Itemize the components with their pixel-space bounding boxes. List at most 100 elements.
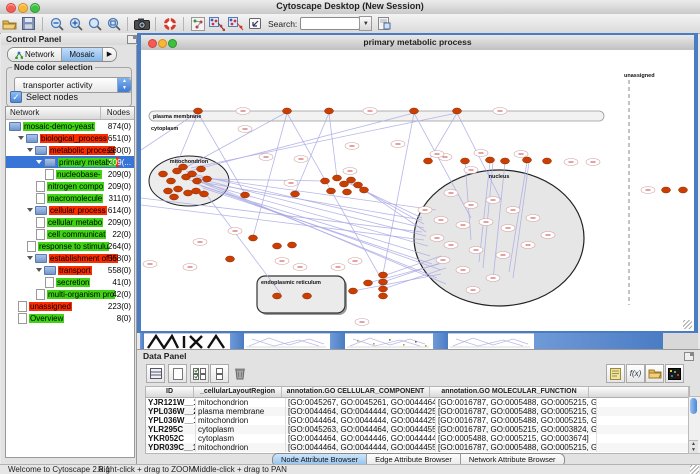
select-attributes-icon[interactable] [190, 364, 209, 383]
notes-icon[interactable] [606, 364, 625, 383]
node-label-text[interactable] [491, 278, 496, 279]
table-cell[interactable]: [GO:0044464, GO:0044444, GO:0044455, G..… [286, 443, 436, 452]
tree-item[interactable]: mosaic-demo-yeast874(0) [6, 120, 134, 132]
node-label-text[interactable] [546, 235, 551, 236]
node-label-text[interactable] [461, 225, 466, 226]
column-header[interactable]: annotation.GO CELLULAR_COMPONENT [282, 387, 430, 397]
node-label-text[interactable] [441, 260, 446, 261]
network-node[interactable] [303, 293, 312, 299]
canvas-resize-grip[interactable] [683, 320, 692, 329]
network-node[interactable] [192, 188, 201, 194]
network-node[interactable] [379, 293, 388, 299]
network-node[interactable] [325, 108, 334, 114]
network-node[interactable] [203, 176, 212, 182]
table-row[interactable]: YPL036W__1mitochondrion[GO:0044464, GO:0… [146, 416, 689, 425]
network-node[interactable] [174, 186, 183, 192]
network-node[interactable] [170, 194, 179, 200]
tree-item[interactable]: macromolecule311(0) [6, 192, 134, 204]
node-label-text[interactable] [298, 267, 303, 268]
tree-item[interactable]: primary metabo209(... [6, 156, 134, 168]
table-cell[interactable]: [GO:0045267, GO:0045261, GO:0044464, G..… [286, 398, 436, 407]
table-cell[interactable]: YPL036W__2 [146, 407, 196, 416]
delete-attribute-icon[interactable] [230, 364, 249, 383]
network-node[interactable] [523, 157, 532, 163]
hidden-window-content[interactable] [345, 333, 433, 349]
table-cell[interactable]: YKR052C [146, 434, 196, 443]
tree-item[interactable]: transport558(0) [6, 264, 134, 276]
node-label-text[interactable] [474, 250, 479, 251]
hidden-window-content[interactable] [144, 333, 230, 349]
node-label-text[interactable] [469, 170, 474, 171]
tree-item[interactable]: biological_process651(0) [6, 132, 134, 144]
table-cell[interactable]: YLR295C [146, 425, 196, 434]
tree-item[interactable]: nitrogen compo209(0) [6, 180, 134, 192]
table-cell[interactable]: cytoplasm [196, 425, 286, 434]
tree-item[interactable]: secretion41(0) [6, 276, 134, 288]
network-node[interactable] [327, 188, 336, 194]
table-cell[interactable]: [GO:0016787, GO:0005488, GO:0005215, G..… [436, 407, 597, 416]
open-session-icon[interactable] [1, 16, 18, 32]
table-scrollbar[interactable]: ▲▼ [688, 396, 700, 454]
table-cell[interactable]: [GO:0044464, GO:0044444, GO:0044425, G..… [286, 407, 436, 416]
table-row[interactable]: YKR052Ccytoplasm[GO:0044464, GO:0044446,… [146, 434, 689, 443]
table-cell[interactable]: [GO:0016787, GO:0005488, GO:0005215, G..… [436, 416, 597, 425]
network-node[interactable] [273, 243, 282, 249]
network-node[interactable] [273, 293, 282, 299]
table-cell[interactable]: mitochondrion [196, 416, 286, 425]
node-label-text[interactable] [368, 111, 373, 112]
table-cell[interactable]: [GO:0005488, GO:0005215, GO:0003674] [436, 434, 597, 443]
network-canvas[interactable]: plasma membranecytoplasmmitochondrionnuc… [141, 50, 694, 331]
network-node[interactable] [343, 189, 352, 195]
network-node[interactable] [167, 178, 176, 184]
tab-network[interactable]: Network [8, 48, 62, 61]
dropdown-stepper-icon[interactable]: ▲▼ [117, 78, 131, 92]
expand-arrow-icon[interactable] [18, 136, 24, 140]
search-dropdown-icon[interactable]: ▼ [359, 16, 372, 31]
node-label-text[interactable] [353, 261, 358, 262]
table-cell[interactable]: [GO:0016787, GO:0005215, GO:0003824, G..… [436, 425, 597, 434]
tree-item[interactable]: cell communicat22(0) [6, 228, 134, 240]
expand-arrow-icon[interactable] [27, 208, 33, 212]
network-node[interactable] [164, 188, 173, 194]
node-label-text[interactable] [591, 162, 596, 163]
network-node[interactable] [501, 158, 510, 164]
network-node[interactable] [410, 108, 419, 114]
network-node[interactable] [321, 178, 330, 184]
network-node[interactable] [486, 157, 495, 163]
table-row[interactable]: YLR295Ccytoplasm[GO:0045263, GO:0044464,… [146, 425, 689, 434]
hidden-window-border[interactable] [433, 333, 448, 349]
node-label-text[interactable] [439, 220, 444, 221]
import-attributes-icon[interactable] [645, 364, 664, 383]
search-input[interactable] [300, 17, 360, 30]
create-network-icon[interactable] [189, 16, 206, 32]
network-node[interactable] [249, 235, 258, 241]
node-label-text[interactable] [336, 267, 341, 268]
node-label-text[interactable] [469, 205, 474, 206]
zoom-out-icon[interactable] [48, 16, 65, 32]
table-row[interactable]: YDR039C__1mitochondrion[GO:0044464, GO:0… [146, 443, 689, 452]
table-cell[interactable]: YDR039C__1 [146, 443, 196, 452]
tree-item[interactable]: nucleobase-209(0) [6, 168, 134, 180]
node-label-text[interactable] [471, 290, 476, 291]
node-label-text[interactable] [435, 154, 440, 155]
expand-arrow-icon[interactable] [36, 160, 42, 164]
network-node[interactable] [379, 272, 388, 278]
zoom-selected-icon[interactable] [86, 16, 103, 32]
node-label-text[interactable] [511, 210, 516, 211]
node-label-text[interactable] [360, 322, 365, 323]
column-header[interactable]: annotation.GO MOLECULAR_FUNCTION [430, 387, 589, 397]
table-cell[interactable]: [GO:0044464, GO:0044444, GO:0044425, G..… [286, 416, 436, 425]
network-node[interactable] [679, 187, 688, 193]
table-cell[interactable]: cytoplasm [196, 434, 286, 443]
node-label-text[interactable] [519, 154, 524, 155]
tree-item[interactable]: Overview8(0) [6, 312, 134, 324]
node-label-text[interactable] [423, 210, 428, 211]
node-label-text[interactable] [506, 228, 511, 229]
node-label-text[interactable] [449, 193, 454, 194]
help-icon[interactable] [161, 16, 178, 32]
node-label-text[interactable] [526, 245, 531, 246]
filter-network-icon[interactable] [227, 16, 244, 32]
table-cell[interactable]: YPL036W__1 [146, 416, 196, 425]
node-label-text[interactable] [264, 157, 269, 158]
network-node[interactable] [379, 286, 388, 292]
